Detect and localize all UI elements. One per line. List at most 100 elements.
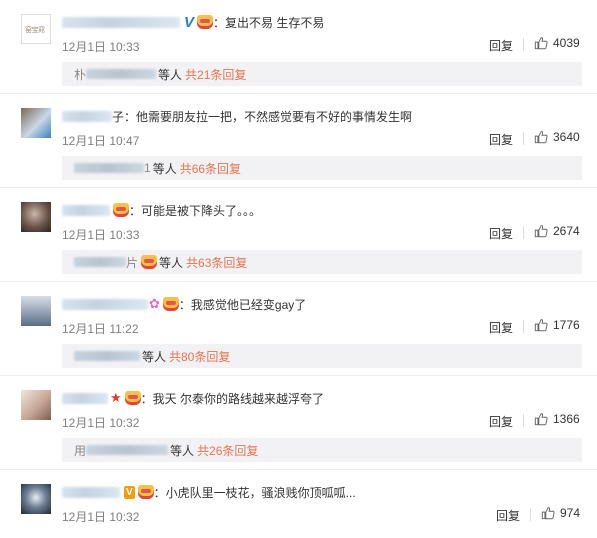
avatar[interactable] xyxy=(21,296,51,326)
comment-time: 12月1日 10:32 xyxy=(62,510,140,524)
reply-button[interactable]: 回复 xyxy=(489,37,513,54)
like-count: 1366 xyxy=(553,412,580,426)
like-count: 4039 xyxy=(553,36,580,50)
sub-replies[interactable]: 朴 等人 共21条回复 xyxy=(62,62,582,86)
like-count: 3640 xyxy=(553,130,580,144)
comment-text: ：我感觉他已经变gay了 xyxy=(178,297,307,312)
crown-icon xyxy=(137,485,154,499)
comment-header: ★ ：我天 尔泰你的路线越来越浮夸了 xyxy=(62,389,324,407)
like-button[interactable]: 4039 xyxy=(534,36,580,50)
crown-icon xyxy=(197,15,214,29)
thumbs-up-icon xyxy=(541,507,555,520)
sub-name-fragment: 朴 xyxy=(74,67,87,82)
sub-replies[interactable]: 片 等人 共63条回复 xyxy=(62,250,582,274)
sub-total-link[interactable]: 共66条回复 xyxy=(180,160,241,177)
sub-others-text: 等人 xyxy=(152,161,177,176)
divider xyxy=(523,132,524,145)
comment-header: 子 ：他需要朋友拉一把，不然感觉要有不好的事情发生啊 xyxy=(62,107,412,125)
divider xyxy=(530,508,531,521)
crown-icon xyxy=(162,297,179,311)
comment-time: 12月1日 10:33 xyxy=(62,228,140,242)
sub-total-link[interactable]: 共63条回复 xyxy=(186,254,247,271)
divider xyxy=(523,226,524,239)
comment-header: ✿ ：我感觉他已经变gay了 xyxy=(62,295,306,313)
reply-button[interactable]: 回复 xyxy=(489,225,513,242)
like-button[interactable]: 2674 xyxy=(534,224,580,238)
comment-header: V ：小虎队里一枝花，骚浪贱你顶呱呱... xyxy=(62,483,356,501)
comment-time: 12月1日 10:47 xyxy=(62,134,140,148)
comment-text: ：我天 尔泰你的路线越来越浮夸了 xyxy=(140,391,324,406)
comment-item: V ：小虎队里一枝花，骚浪贱你顶呱呱... 12月1日 10:32 回复 974 xyxy=(0,470,597,538)
comment-header: V ：复出不易 生存不易 xyxy=(62,13,324,31)
verified-badge-icon: V xyxy=(184,13,195,31)
sub-others-text: 等人 xyxy=(159,255,184,270)
sub-total-link[interactable]: 共21条回复 xyxy=(185,66,246,83)
comment-text: ：小虎队里一枝花，骚浪贱你顶呱呱... xyxy=(153,485,356,500)
sub-total-link[interactable]: 共26条回复 xyxy=(197,442,258,459)
like-button[interactable]: 1776 xyxy=(534,318,580,332)
avatar[interactable] xyxy=(21,390,51,420)
comment-text: ：他需要朋友拉一把，不然感觉要有不好的事情发生啊 xyxy=(124,109,413,124)
thumbs-up-icon xyxy=(534,413,548,426)
comment-item: ★ ：我天 尔泰你的路线越来越浮夸了 12月1日 10:32 回复 1366 用… xyxy=(0,376,597,470)
username-blurred[interactable] xyxy=(62,392,108,404)
sub-replies[interactable]: 用 等人 共26条回复 xyxy=(62,438,582,462)
avatar[interactable] xyxy=(21,108,51,138)
avatar[interactable] xyxy=(21,202,51,232)
username-blurred[interactable] xyxy=(62,204,110,216)
comment-time: 12月1日 10:33 xyxy=(62,40,140,54)
username-fragment[interactable]: 子 xyxy=(112,108,124,125)
sub-usernames-blurred xyxy=(74,351,140,361)
avatar[interactable]: 窑宝窕 xyxy=(21,14,51,44)
crown-icon xyxy=(141,255,158,269)
like-button[interactable]: 3640 xyxy=(534,130,580,144)
sub-others-text: 等人 xyxy=(158,67,183,82)
sub-total-link[interactable]: 共80条回复 xyxy=(169,348,230,365)
sub-usernames-blurred xyxy=(86,445,169,455)
thumbs-up-icon xyxy=(534,225,548,238)
thumbs-up-icon xyxy=(534,37,548,50)
thumbs-up-icon xyxy=(534,131,548,144)
bow-icon: ✿ xyxy=(149,296,160,311)
username-blurred[interactable] xyxy=(62,486,120,498)
avatar[interactable] xyxy=(21,484,51,514)
username-blurred[interactable] xyxy=(62,110,112,122)
divider xyxy=(523,414,524,427)
comment-time: 12月1日 10:32 xyxy=(62,416,140,430)
verified-badge-icon: V xyxy=(124,485,135,499)
like-button[interactable]: 974 xyxy=(541,506,580,520)
sub-name-fragment: 用 xyxy=(74,443,87,458)
reply-button[interactable]: 回复 xyxy=(496,507,520,524)
like-count: 974 xyxy=(560,506,581,520)
like-count: 2674 xyxy=(553,224,580,238)
comment-text: ：复出不易 生存不易 xyxy=(213,15,325,30)
sub-name-fragment: 1 xyxy=(144,161,151,175)
sub-name-fragment: 片 xyxy=(126,255,139,270)
comment-text: ：可能是被下降头了。。。 xyxy=(129,203,262,218)
comment-header: ：可能是被下降头了。。。 xyxy=(62,201,261,219)
username-blurred[interactable] xyxy=(62,298,148,310)
sub-others-text: 等人 xyxy=(142,349,167,364)
thumbs-up-icon xyxy=(534,319,548,332)
crown-icon xyxy=(113,203,129,217)
sub-others-text: 等人 xyxy=(170,443,195,458)
sub-usernames-blurred xyxy=(86,69,157,79)
sub-replies[interactable]: 等人 共80条回复 xyxy=(62,344,582,368)
reply-button[interactable]: 回复 xyxy=(489,413,513,430)
like-count: 1776 xyxy=(553,318,580,332)
reply-button[interactable]: 回复 xyxy=(489,131,513,148)
comment-item: ✿ ：我感觉他已经变gay了 12月1日 11:22 回复 1776 等人 共8… xyxy=(0,282,597,376)
divider xyxy=(523,38,524,51)
comment-item: ：可能是被下降头了。。。 12月1日 10:33 回复 2674 片 等人 共6… xyxy=(0,188,597,282)
avatar-logo-text: 窑宝窕 xyxy=(25,26,45,34)
comment-item: 子 ：他需要朋友拉一把，不然感觉要有不好的事情发生啊 12月1日 10:47 回… xyxy=(0,94,597,188)
sub-usernames-blurred xyxy=(74,163,144,173)
comment-time: 12月1日 11:22 xyxy=(62,322,139,336)
reply-button[interactable]: 回复 xyxy=(489,319,513,336)
sub-replies[interactable]: 1 等人 共66条回复 xyxy=(62,156,582,180)
crown-icon xyxy=(124,391,141,405)
like-button[interactable]: 1366 xyxy=(534,412,580,426)
sub-usernames-blurred xyxy=(74,257,126,267)
username-blurred[interactable] xyxy=(62,16,180,28)
star-icon: ★ xyxy=(110,390,122,405)
